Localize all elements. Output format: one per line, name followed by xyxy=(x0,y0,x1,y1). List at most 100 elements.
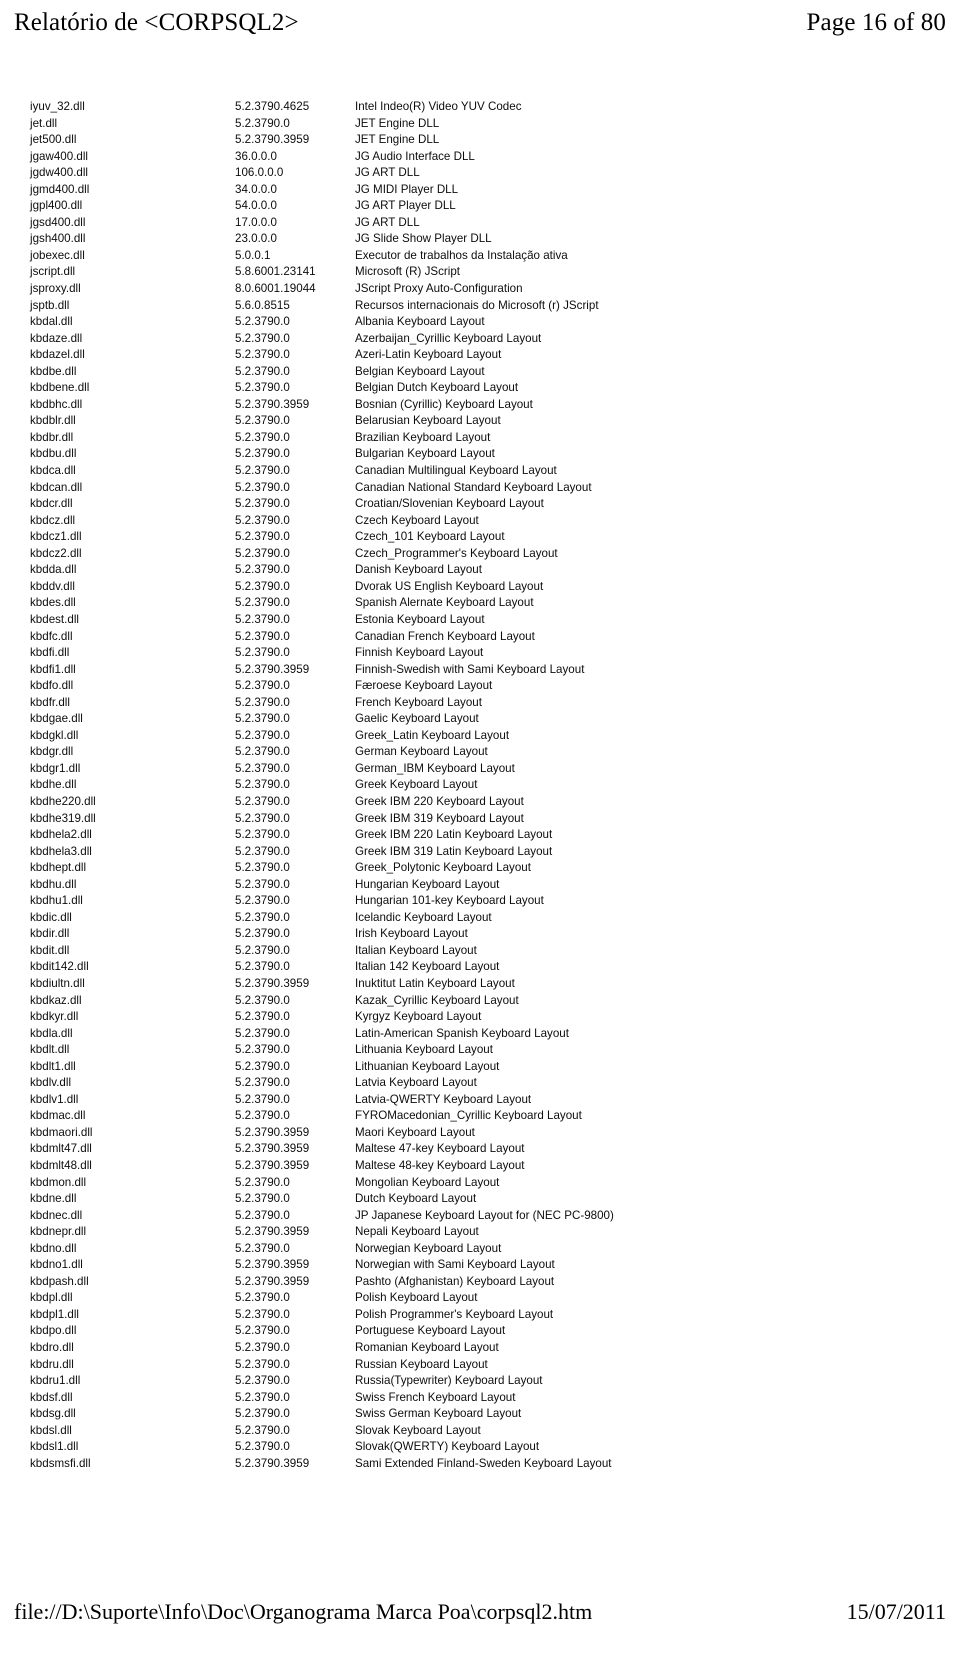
cell-version: 5.2.3790.0 xyxy=(235,480,290,494)
cell-name: kbdcz.dll xyxy=(30,513,76,527)
page-footer: file://D:\Suporte\Info\Doc\Organograma M… xyxy=(0,1598,960,1638)
cell-name: kbdit.dll xyxy=(30,943,70,957)
cell-name: kbdno1.dll xyxy=(30,1258,83,1272)
cell-version: 5.2.3790.0 xyxy=(235,1076,290,1090)
table-row: kbdbene.dll 5.2.3790.0 Belgian Dutch Keybo… xyxy=(0,380,960,397)
table-row: kbdiultn.dll 5.2.3790.3959 Inuktitut Latin… xyxy=(0,976,960,993)
cell-name: kbdhu.dll xyxy=(30,877,77,891)
cell-name: kbdazel.dll xyxy=(30,348,85,362)
cell-description: Belgian Keyboard Layout xyxy=(355,364,485,378)
table-row: kbdbe.dll 5.2.3790.0 Belgian Keyboard Layo… xyxy=(0,364,960,381)
cell-description: Polish Keyboard Layout xyxy=(355,1291,478,1305)
cell-description: Brazilian Keyboard Layout xyxy=(355,430,491,444)
table-row: kbdgr.dll 5.2.3790.0 German Keyboard Layou… xyxy=(0,744,960,761)
cell-version: 5.2.3790.0 xyxy=(235,1010,290,1024)
table-row: kbdes.dll 5.2.3790.0 Spanish Alernate Keyb… xyxy=(0,595,960,612)
cell-description: Italian Keyboard Layout xyxy=(355,943,477,957)
table-row: iyuv_32.dll 5.2.3790.4625 Intel Indeo(R) V… xyxy=(0,99,960,116)
table-row: jgmd400.dll 34.0.0.0 JG MIDI Player DLL xyxy=(0,182,960,199)
cell-name: kbdmlt47.dll xyxy=(30,1142,92,1156)
table-row: kbdbhc.dll 5.2.3790.3959 Bosnian (Cyrillic… xyxy=(0,397,960,414)
cell-version: 5.2.3790.0 xyxy=(235,794,290,808)
table-row: kbdmac.dll 5.2.3790.0 FYROMacedonian_Cyril… xyxy=(0,1108,960,1125)
cell-name: kbdblr.dll xyxy=(30,414,76,428)
cell-description: JP Japanese Keyboard Layout for (NEC PC-… xyxy=(355,1208,614,1222)
table-row: kbdit.dll 5.2.3790.0 Italian Keyboard Layo… xyxy=(0,943,960,960)
cell-name: kbdbhc.dll xyxy=(30,397,83,411)
cell-name: kbdlt1.dll xyxy=(30,1059,76,1073)
table-row: kbdfi.dll 5.2.3790.0 Finnish Keyboard Layo… xyxy=(0,645,960,662)
cell-description: Hungarian Keyboard Layout xyxy=(355,877,500,891)
table-row: kbdpl.dll 5.2.3790.0 Polish Keyboard Layou… xyxy=(0,1290,960,1307)
cell-name: kbdmlt48.dll xyxy=(30,1159,92,1172)
cell-description: Czech Keyboard Layout xyxy=(355,513,479,527)
table-row: kbdhe319.dll 5.2.3790.0 Greek IBM 319 Keyb… xyxy=(0,811,960,828)
table-row: kbdmlt47.dll 5.2.3790.3959 Maltese 47-key … xyxy=(0,1141,960,1158)
cell-description: Færoese Keyboard Layout xyxy=(355,679,493,693)
cell-version: 5.2.3790.0 xyxy=(235,1241,290,1255)
cell-name: kbdcz2.dll xyxy=(30,546,82,560)
cell-description: Canadian Multilingual Keyboard Layout xyxy=(355,464,557,478)
cell-description: Slovak(QWERTY) Keyboard Layout xyxy=(355,1440,540,1454)
cell-description: Romanian Keyboard Layout xyxy=(355,1341,499,1355)
table-row: kbdne.dll 5.2.3790.0 Dutch Keyboard Layout xyxy=(0,1191,960,1208)
cell-version: 5.2.3790.3959 xyxy=(235,133,310,147)
cell-description: Danish Keyboard Layout xyxy=(355,563,482,577)
cell-description: Greek_Latin Keyboard Layout xyxy=(355,728,510,742)
table-row: kbdcan.dll 5.2.3790.0 Canadian National St… xyxy=(0,480,960,497)
table-row: kbdlt.dll 5.2.3790.0 Lithuania Keyboard La… xyxy=(0,1042,960,1059)
cell-version: 34.0.0.0 xyxy=(235,182,277,196)
cell-name: kbdpash.dll xyxy=(30,1274,89,1288)
cell-description: Icelandic Keyboard Layout xyxy=(355,910,492,924)
table-row: jgaw400.dll 36.0.0.0 JG Audio Interface DL… xyxy=(0,149,960,166)
cell-version: 5.2.3790.0 xyxy=(235,414,290,428)
cell-version: 5.2.3790.3959 xyxy=(235,1225,310,1239)
cell-description: Microsoft (R) JScript xyxy=(355,265,460,279)
cell-version: 5.8.6001.23141 xyxy=(235,265,316,279)
cell-name: kbdest.dll xyxy=(30,612,79,626)
cell-version: 5.2.3790.0 xyxy=(235,1291,290,1305)
cell-name: kbdlv1.dll xyxy=(30,1092,79,1106)
cell-description: JScript Proxy Auto-Configuration xyxy=(355,282,523,296)
cell-description: Russian Keyboard Layout xyxy=(355,1357,488,1371)
cell-name: kbdno.dll xyxy=(30,1241,77,1255)
cell-name: kbdes.dll xyxy=(30,596,76,610)
cell-version: 5.2.3790.0 xyxy=(235,315,290,329)
cell-name: kbdro.dll xyxy=(30,1341,74,1355)
cell-description: Gaelic Keyboard Layout xyxy=(355,712,479,726)
cell-description: Maltese 47-key Keyboard Layout xyxy=(355,1142,525,1156)
cell-description: Nepali Keyboard Layout xyxy=(355,1225,479,1239)
cell-name: jgpl400.dll xyxy=(30,199,83,213)
cell-name: kbdru.dll xyxy=(30,1357,74,1371)
cell-description: Swiss German Keyboard Layout xyxy=(355,1407,522,1421)
cell-name: kbdic.dll xyxy=(30,910,72,924)
cell-description: Bulgarian Keyboard Layout xyxy=(355,447,495,461)
cell-version: 5.2.3790.0 xyxy=(235,1192,290,1206)
cell-description: Slovak Keyboard Layout xyxy=(355,1423,481,1437)
cell-name: kbdgae.dll xyxy=(30,712,83,726)
cell-version: 5.2.3790.0 xyxy=(235,596,290,610)
table-row: kbdgkl.dll 5.2.3790.0 Greek_Latin Keyboard… xyxy=(0,728,960,745)
table-row: kbdkyr.dll 5.2.3790.0 Kyrgyz Keyboard Layo… xyxy=(0,1009,960,1026)
cell-name: kbdru1.dll xyxy=(30,1374,81,1388)
cell-name: kbdlv.dll xyxy=(30,1076,72,1090)
cell-description: Latin-American Spanish Keyboard Layout xyxy=(355,1026,569,1040)
table-row: kbdcz2.dll 5.2.3790.0 Czech_Programmer's K… xyxy=(0,546,960,563)
cell-description: Finnish-Swedish with Sami Keyboard Layou… xyxy=(355,662,585,676)
table-row: kbdcr.dll 5.2.3790.0 Croatian/Slovenian Ke… xyxy=(0,496,960,513)
table-row: kbdcz1.dll 5.2.3790.0 Czech_101 Keyboard L… xyxy=(0,529,960,546)
cell-description: Greek IBM 220 Latin Keyboard Layout xyxy=(355,828,553,842)
cell-name: kbdaze.dll xyxy=(30,331,83,345)
cell-description: Czech_Programmer's Keyboard Layout xyxy=(355,546,558,560)
table-row: kbdhe.dll 5.2.3790.0 Greek Keyboard Layout xyxy=(0,777,960,794)
cell-version: 5.2.3790.0 xyxy=(235,1440,290,1454)
cell-description: Greek Keyboard Layout xyxy=(355,778,478,792)
cell-version: 5.2.3790.0 xyxy=(235,447,290,461)
cell-description: Executor de trabalhos da Instalação ativ… xyxy=(355,248,568,262)
cell-name: kbdkyr.dll xyxy=(30,1010,79,1024)
cell-description: Lithuanian Keyboard Layout xyxy=(355,1059,500,1073)
cell-version: 5.6.0.8515 xyxy=(235,298,290,312)
cell-description: Dvorak US English Keyboard Layout xyxy=(355,579,544,593)
table-row: kbdgr1.dll 5.2.3790.0 German_IBM Keyboard … xyxy=(0,761,960,778)
table-row: kbdfc.dll 5.2.3790.0 Canadian French Keybo… xyxy=(0,629,960,646)
